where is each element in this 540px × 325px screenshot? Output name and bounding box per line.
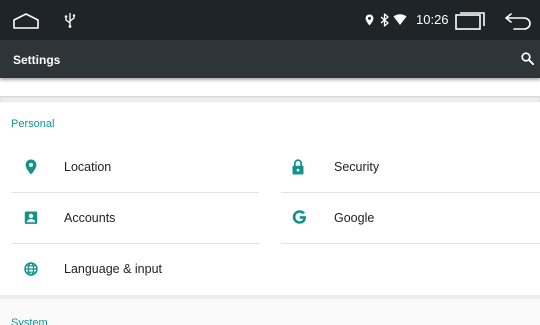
accounts-item[interactable]: Accounts [0, 193, 270, 243]
system-section: System [0, 299, 540, 325]
page-title: Settings [13, 53, 61, 67]
usb-icon [64, 13, 76, 28]
google-label: Google [334, 211, 375, 225]
security-label: Security [334, 160, 380, 174]
lock-icon [292, 159, 304, 175]
accounts-label: Accounts [64, 211, 116, 225]
scrolled-list-item [0, 78, 540, 96]
personal-section-header: Personal [11, 118, 55, 130]
personal-section: Personal Location Security Accounts Goog… [0, 102, 540, 295]
app-bar: Settings [0, 40, 540, 78]
location-icon [365, 14, 374, 26]
language-input-label: Language & input [64, 262, 163, 276]
globe-icon [24, 262, 38, 276]
wifi-icon [393, 14, 407, 25]
location-pin-icon [25, 159, 37, 175]
back-icon[interactable] [505, 12, 531, 30]
language-input-item[interactable]: Language & input [0, 244, 270, 294]
google-g-icon [292, 210, 306, 224]
location-item[interactable]: Location [0, 142, 270, 192]
clipped-item-label [64, 78, 124, 81]
home-icon[interactable] [12, 12, 40, 30]
location-label: Location [64, 160, 112, 174]
bluetooth-icon [380, 13, 389, 27]
status-bar: 10:26 [0, 0, 540, 40]
recents-icon[interactable] [455, 12, 485, 30]
search-icon[interactable] [521, 52, 534, 65]
google-item[interactable]: Google [270, 193, 540, 243]
system-section-header: System [11, 317, 48, 325]
security-item[interactable]: Security [270, 142, 540, 192]
account-box-icon [24, 211, 38, 224]
clock: 10:26 [416, 12, 449, 27]
divider [281, 243, 540, 244]
